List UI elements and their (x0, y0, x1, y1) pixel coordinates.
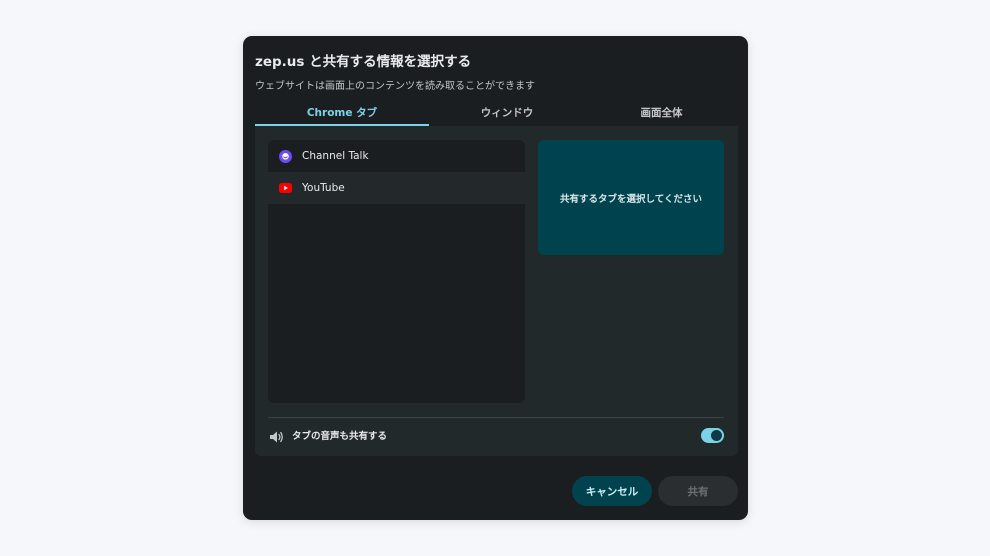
list-item-label: Channel Talk (302, 150, 369, 162)
speaker-icon (269, 429, 284, 443)
tab-panel: Channel Talk YouTube 共有するタブを選択してください タブの… (255, 126, 738, 456)
share-audio-toggle[interactable] (701, 428, 724, 443)
list-item-channel-talk[interactable]: Channel Talk (268, 140, 525, 172)
tab-window[interactable]: ウィンドウ (429, 98, 585, 126)
share-dialog: zep.us と共有する情報を選択する ウェブサイトは画面上のコンテンツを読み取… (243, 36, 748, 520)
share-audio-label: タブの音声も共有する (292, 431, 388, 442)
dialog-subtitle: ウェブサイトは画面上のコンテンツを読み取ることができます (255, 81, 535, 92)
tab-entire-screen[interactable]: 画面全体 (585, 98, 738, 126)
divider (268, 417, 724, 418)
youtube-icon (279, 182, 292, 195)
preview-placeholder-text: 共有するタブを選択してください (560, 193, 702, 205)
tab-list: Channel Talk YouTube (268, 140, 525, 403)
tab-chrome-tab[interactable]: Chrome タブ (255, 98, 429, 126)
cancel-button[interactable]: キャンセル (572, 476, 652, 506)
source-tabs: Chrome タブ ウィンドウ 画面全体 (255, 98, 738, 126)
share-audio-row: タブの音声も共有する (268, 424, 724, 448)
dialog-title: zep.us と共有する情報を選択する (255, 54, 472, 70)
tab-preview: 共有するタブを選択してください (538, 140, 724, 255)
toggle-knob (711, 430, 722, 441)
channel-talk-icon (279, 149, 292, 163)
list-item-youtube[interactable]: YouTube (268, 172, 525, 204)
share-button[interactable]: 共有 (658, 476, 738, 506)
list-item-label: YouTube (302, 182, 345, 194)
